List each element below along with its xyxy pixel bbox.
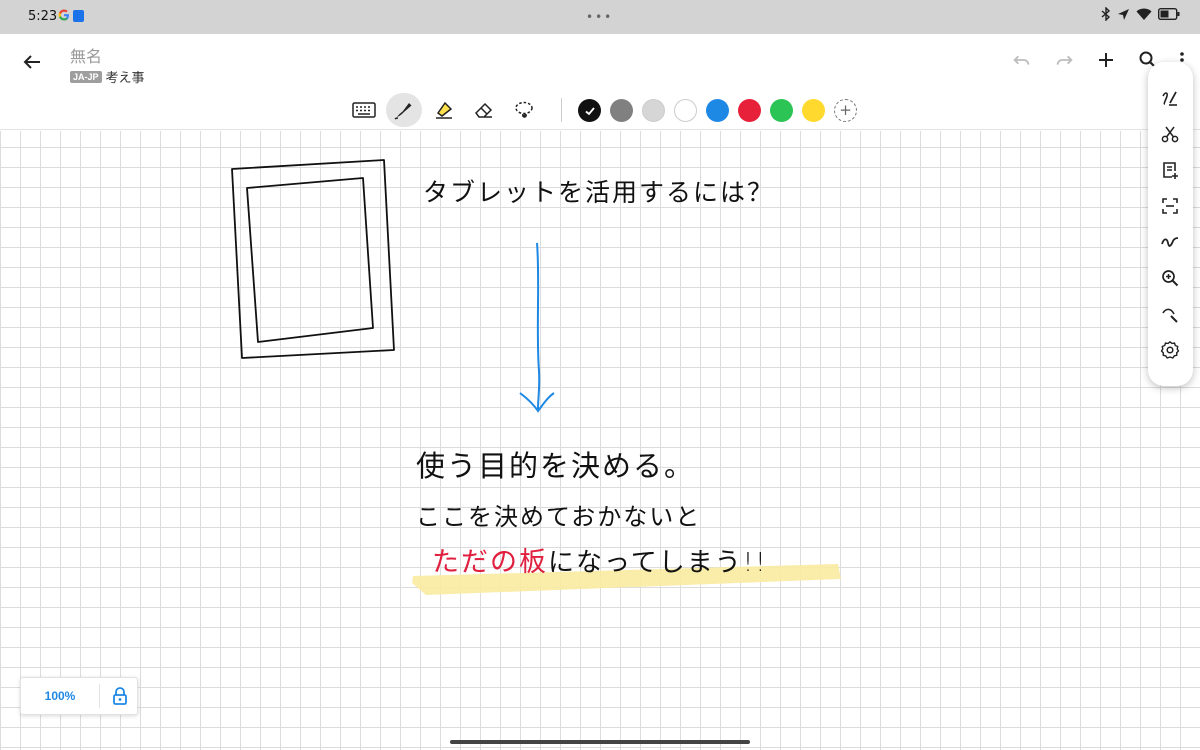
add-note-button[interactable] <box>1158 158 1182 182</box>
tablet-sketch[interactable] <box>231 159 395 359</box>
write-icon <box>1162 91 1177 106</box>
eraser-icon <box>475 102 493 118</box>
ink-layer <box>231 159 841 595</box>
zoom-widget: 100% <box>20 677 138 715</box>
highlighter-icon <box>436 101 453 119</box>
location-icon <box>1118 8 1129 20</box>
status-icons <box>1101 7 1180 21</box>
lock-icon[interactable] <box>109 685 131 707</box>
shield-icon <box>73 10 84 22</box>
color-swatch-1[interactable] <box>578 99 601 122</box>
color-swatch-5[interactable] <box>706 99 729 122</box>
google-icon <box>58 9 69 21</box>
tool-group <box>346 93 542 127</box>
add-color-button[interactable]: + <box>834 99 857 122</box>
brush-button[interactable] <box>1158 302 1182 326</box>
handwriting-black-words[interactable]: になってしまう!! <box>548 548 768 578</box>
handwriting-conclusion[interactable]: ただの板になってしまう!! <box>432 540 768 579</box>
lasso-icon <box>515 101 533 118</box>
brush-icon <box>1162 308 1178 323</box>
notebook-name[interactable]: 考え事 <box>106 67 145 86</box>
window-menu-dots-icon[interactable]: ••• <box>586 10 613 24</box>
undo-button[interactable] <box>1010 48 1034 72</box>
color-swatch-3[interactable] <box>642 99 665 122</box>
scissors-icon <box>1161 126 1179 143</box>
home-indicator[interactable] <box>450 740 750 744</box>
pen-icon <box>394 103 412 120</box>
pen-toolbar: + <box>0 90 1200 130</box>
color-swatch-8[interactable] <box>802 99 825 122</box>
handwriting-red-words[interactable]: ただの板 <box>432 547 548 578</box>
note-title[interactable]: 無名 <box>70 43 102 67</box>
handwriting-purpose[interactable]: 使う目的を決める。 <box>416 443 695 485</box>
redo-button[interactable] <box>1052 48 1076 72</box>
drawing-canvas[interactable]: タブレットを活用するには？ 使う目的を決める。 ここを決めておかないと ただの板… <box>0 131 1200 750</box>
zoom-in-icon <box>1162 270 1179 287</box>
down-arrow-stroke[interactable] <box>519 242 555 413</box>
back-arrow-icon[interactable] <box>20 50 44 74</box>
toolbar-divider <box>561 98 562 122</box>
wifi-icon <box>1136 8 1152 20</box>
note-add-icon <box>1163 162 1178 179</box>
plus-icon <box>1099 53 1113 67</box>
undo-icon <box>1013 55 1030 65</box>
handwriting-question[interactable]: タブレットを活用するには？ <box>423 173 774 209</box>
keyboard-icon <box>352 102 376 118</box>
keyboard-tool-button[interactable] <box>346 93 382 127</box>
add-page-button[interactable] <box>1094 48 1118 72</box>
settings-icon <box>1160 341 1180 359</box>
side-tool-panel <box>1148 62 1193 386</box>
status-bar: 5:23 ••• <box>0 0 1200 34</box>
language-badge[interactable]: JA-JP <box>70 70 102 83</box>
color-swatches: + <box>578 99 857 122</box>
stroke-button[interactable] <box>1158 230 1182 254</box>
lasso-tool-button[interactable] <box>506 93 542 127</box>
redo-icon <box>1056 55 1073 65</box>
handwriting-decide[interactable]: ここを決めておかないと <box>416 497 701 532</box>
stroke-icon <box>1161 237 1179 247</box>
zoom-in-button[interactable] <box>1158 266 1182 290</box>
bluetooth-icon <box>1101 7 1111 21</box>
check-icon <box>584 106 595 115</box>
color-swatch-4[interactable] <box>674 99 697 122</box>
write-mode-button[interactable] <box>1158 86 1182 110</box>
scan-button[interactable] <box>1158 194 1182 218</box>
color-swatch-7[interactable] <box>770 99 793 122</box>
cut-button[interactable] <box>1158 122 1182 146</box>
note-subtitle: JA-JP 考え事 <box>70 67 145 86</box>
pen-tool-button[interactable] <box>386 93 422 127</box>
zoom-level[interactable]: 100% <box>21 678 99 714</box>
eraser-tool-button[interactable] <box>466 93 502 127</box>
app-header: 無名 JA-JP 考え事 <box>0 34 1200 90</box>
scan-icon <box>1162 198 1178 214</box>
battery-icon <box>1158 8 1180 20</box>
highlighter-tool-button[interactable] <box>426 93 462 127</box>
zoom-separator <box>99 684 100 708</box>
color-swatch-2[interactable] <box>610 99 633 122</box>
settings-button[interactable] <box>1158 338 1182 362</box>
color-swatch-6[interactable] <box>738 99 761 122</box>
status-time: 5:23 <box>28 9 58 24</box>
